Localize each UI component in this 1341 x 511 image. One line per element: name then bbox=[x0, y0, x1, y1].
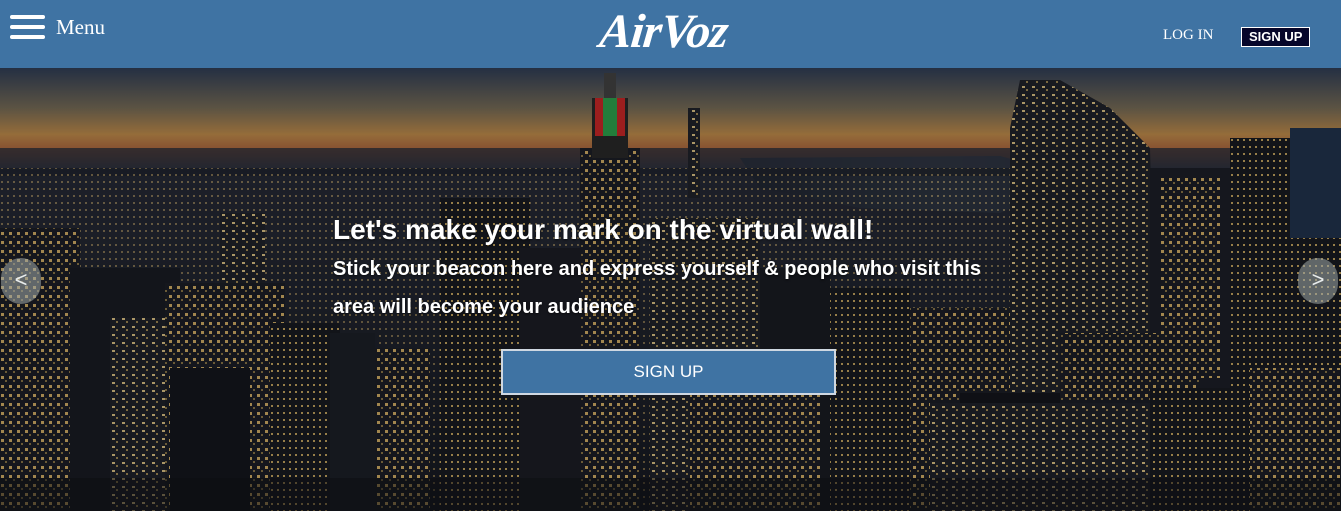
hero-content: Let's make your mark on the virtual wall… bbox=[333, 210, 1033, 326]
hero-subtitle: Stick your beacon here and express yours… bbox=[333, 258, 981, 318]
top-navbar: Menu AirVoz LOG IN SIGN UP bbox=[0, 0, 1341, 68]
header-signup-button[interactable]: SIGN UP bbox=[1241, 27, 1311, 47]
carousel-prev-button[interactable]: < bbox=[1, 258, 41, 304]
airvoz-logo[interactable]: AirVoz bbox=[597, 2, 731, 62]
page: Menu AirVoz LOG IN SIGN UP < > Let's mak… bbox=[0, 0, 1341, 511]
carousel-next-button[interactable]: > bbox=[1298, 258, 1338, 304]
hamburger-icon[interactable] bbox=[10, 15, 45, 39]
login-link[interactable]: LOG IN bbox=[1163, 27, 1213, 44]
hero-carousel: < > Let's make your mark on the virtual … bbox=[0, 68, 1341, 511]
hero-title: Let's make your mark on the virtual wall… bbox=[333, 214, 874, 245]
menu-toggle[interactable]: Menu bbox=[10, 14, 105, 40]
menu-label[interactable]: Menu bbox=[56, 15, 105, 39]
hero-signup-button[interactable]: SIGN UP bbox=[501, 349, 836, 395]
